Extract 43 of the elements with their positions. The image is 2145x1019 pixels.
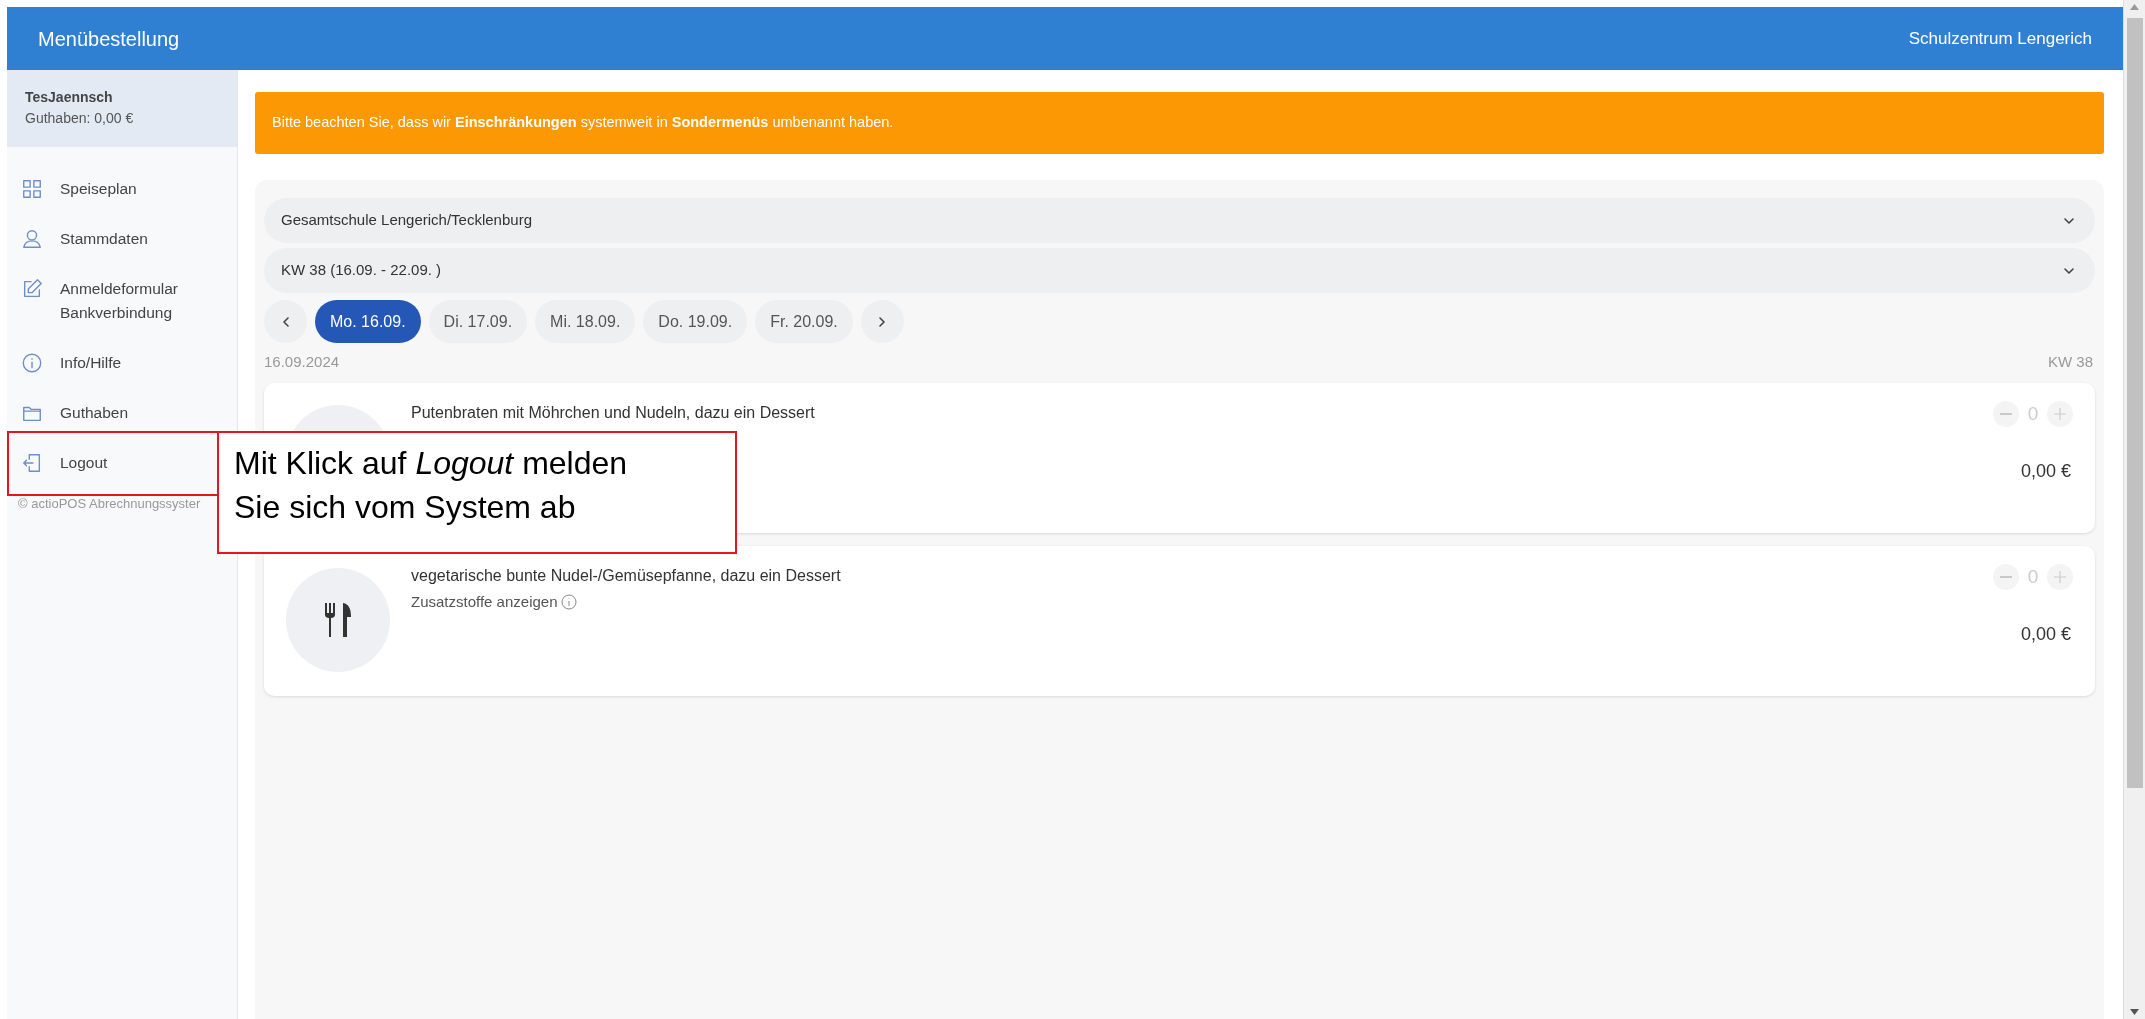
- meal-name: Putenbraten mit Möhrchen und Nudeln, dazu ein Dessert: [411, 402, 816, 423]
- nav-item[interactable]: Guthaben: [7, 388, 137, 438]
- plus-icon: [2054, 570, 2066, 583]
- day-tab[interactable]: Do. 19.09.: [643, 300, 748, 343]
- day-tab[interactable]: Fr. 20.09.: [755, 300, 853, 343]
- info-icon: [561, 593, 578, 610]
- day-tab[interactable]: Di. 17.09.: [428, 300, 528, 343]
- nav-item[interactable]: Logout: [7, 438, 116, 488]
- info-icon: [21, 352, 43, 374]
- grid-icon: [21, 178, 43, 200]
- day-tab[interactable]: Mi. 18.09.: [535, 300, 636, 343]
- meal-name: vegetarische bunte Nudel-/Gemüsepfanne, dazu ein Dessert: [411, 565, 842, 586]
- week-dropdown[interactable]: KW 38 (16.09. - 22.09. ): [264, 248, 2095, 293]
- previous-week-button[interactable]: [264, 300, 307, 343]
- next-week-button[interactable]: [860, 300, 904, 343]
- nav-item[interactable]: Stammdaten: [7, 214, 156, 264]
- minus-icon: [2000, 575, 2012, 578]
- scroll-up-icon[interactable]: [2130, 4, 2139, 10]
- school-name: Schulzentrum Lengerich: [1908, 27, 2092, 50]
- meal-price: 0,00 €: [2020, 623, 2071, 646]
- scrollbar-thumb[interactable]: [2126, 18, 2143, 788]
- cutlery-icon: [323, 602, 353, 637]
- nav-item[interactable]: Anmeldeformular Bankverbindung: [7, 264, 198, 338]
- meal-price: 0,00 €: [2020, 460, 2071, 483]
- copyright-text: © actioPOS Abrechnungssyster: [17, 495, 202, 513]
- date-label: 16.09.2024: [264, 352, 340, 372]
- balance-text: Guthaben: 0,00 €: [25, 109, 135, 128]
- location-dropdown[interactable]: Gesamtschule Lengerich/Tecklenburg: [264, 198, 2095, 243]
- nav-item[interactable]: Info/Hilfe: [7, 338, 130, 388]
- minus-icon: [2000, 412, 2012, 415]
- user-icon: [21, 228, 43, 250]
- scrollbar[interactable]: [2123, 0, 2145, 1019]
- callout-tooltip: Mit Klick auf Logout melden Sie sich vom System ab: [217, 431, 737, 554]
- week-label: KW 38: [2048, 352, 2094, 372]
- nav-item[interactable]: Speiseplan: [7, 164, 145, 214]
- notice-text: Bitte beachten Sie, dass wir Einschränkungen systemweit in Sondermenüs umbenannt haben.: [272, 113, 894, 133]
- app-title: Menübestellung: [38, 26, 180, 52]
- edit-icon: [21, 278, 43, 300]
- user-name: TesJaennsch: [25, 88, 114, 107]
- plus-icon: [2054, 407, 2066, 420]
- logout-icon: [21, 452, 43, 474]
- day-tab[interactable]: Mo. 16.09.: [315, 300, 421, 343]
- scroll-down-icon[interactable]: [2130, 1009, 2139, 1015]
